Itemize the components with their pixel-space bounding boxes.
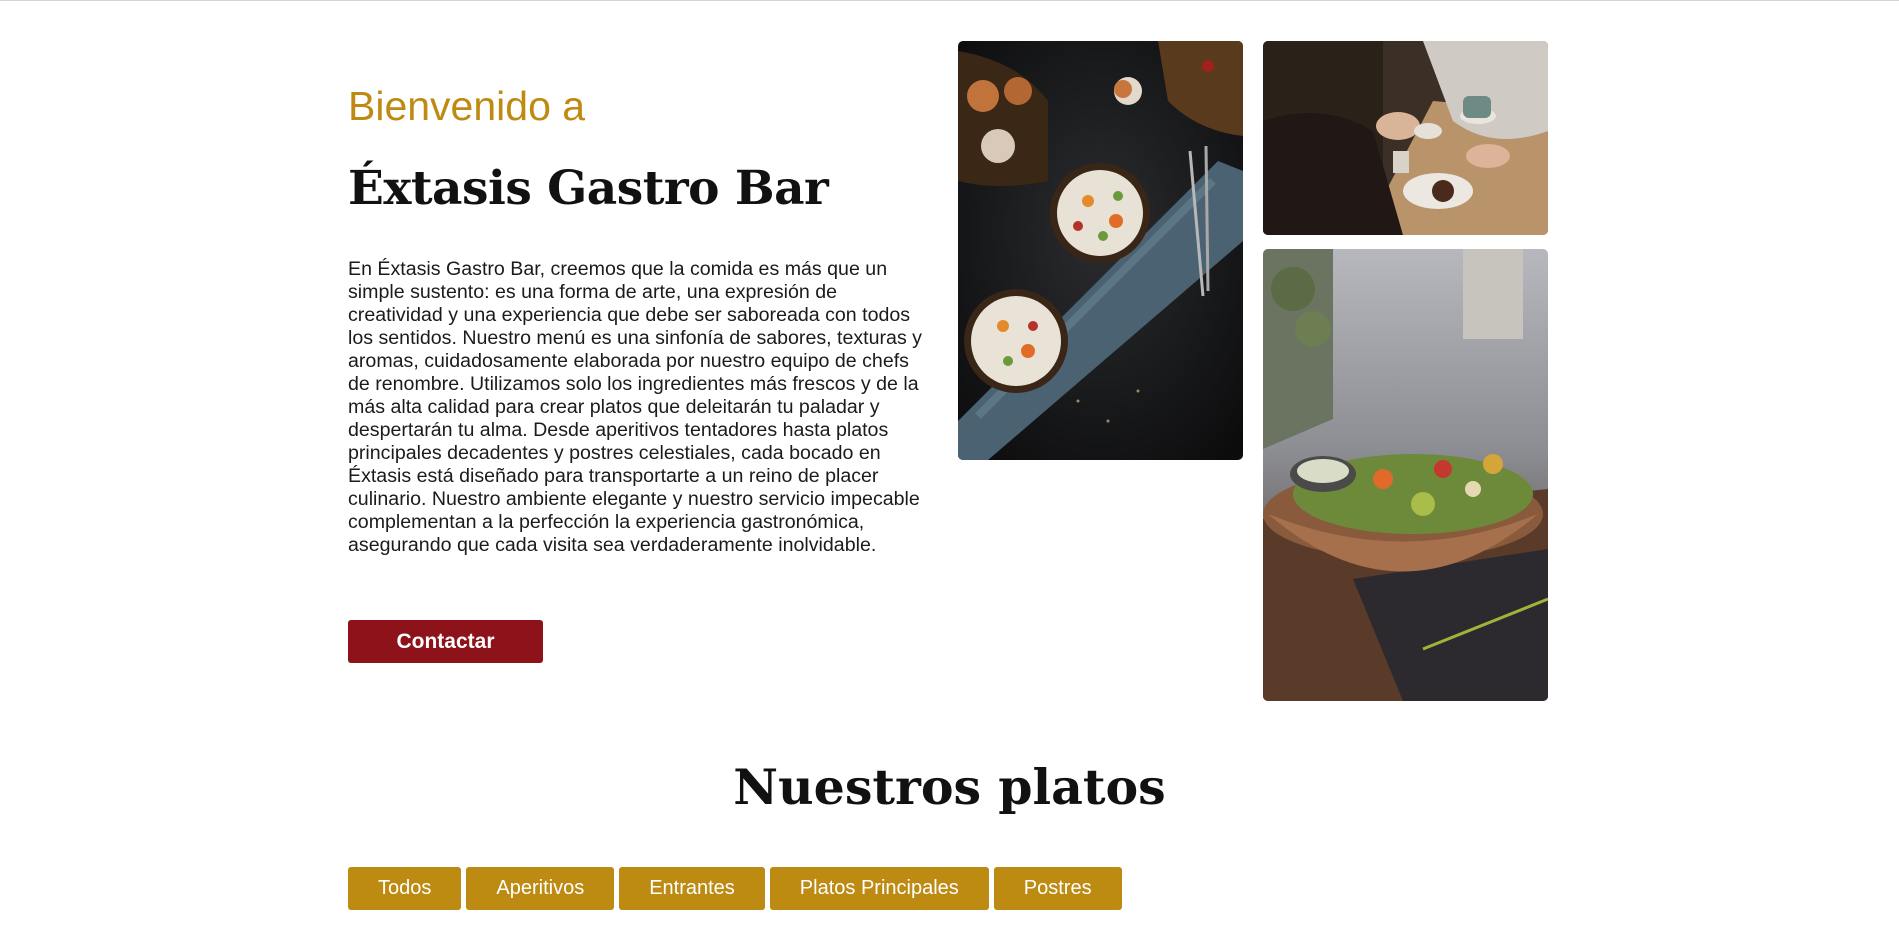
tab-todos[interactable]: Todos <box>348 867 462 910</box>
welcome-text: Bienvenido a <box>348 83 586 129</box>
top-divider <box>0 0 1899 1</box>
hero-section: Bienvenido a Éxtasis Gastro Bar En Éxtas… <box>348 60 928 557</box>
menu-category-tabs: Todos Aperitivos Entrantes Platos Princi… <box>348 867 1122 910</box>
salad-bowl-photo <box>1263 249 1548 701</box>
tab-entrantes[interactable]: Entrantes <box>619 867 765 910</box>
hero-description: En Éxtasis Gastro Bar, creemos que la co… <box>348 257 922 556</box>
contact-button[interactable]: Contactar <box>348 620 543 663</box>
menu-section-title: Nuestros platos <box>733 758 1166 816</box>
egg-dishes-photo <box>958 41 1243 460</box>
tab-aperitivos[interactable]: Aperitivos <box>466 867 615 910</box>
restaurant-title: Éxtasis Gastro Bar <box>348 161 829 217</box>
tab-postres[interactable]: Postres <box>993 867 1122 910</box>
cafe-table-photo <box>1263 41 1548 235</box>
tab-platos-principales[interactable]: Platos Principales <box>769 867 989 910</box>
